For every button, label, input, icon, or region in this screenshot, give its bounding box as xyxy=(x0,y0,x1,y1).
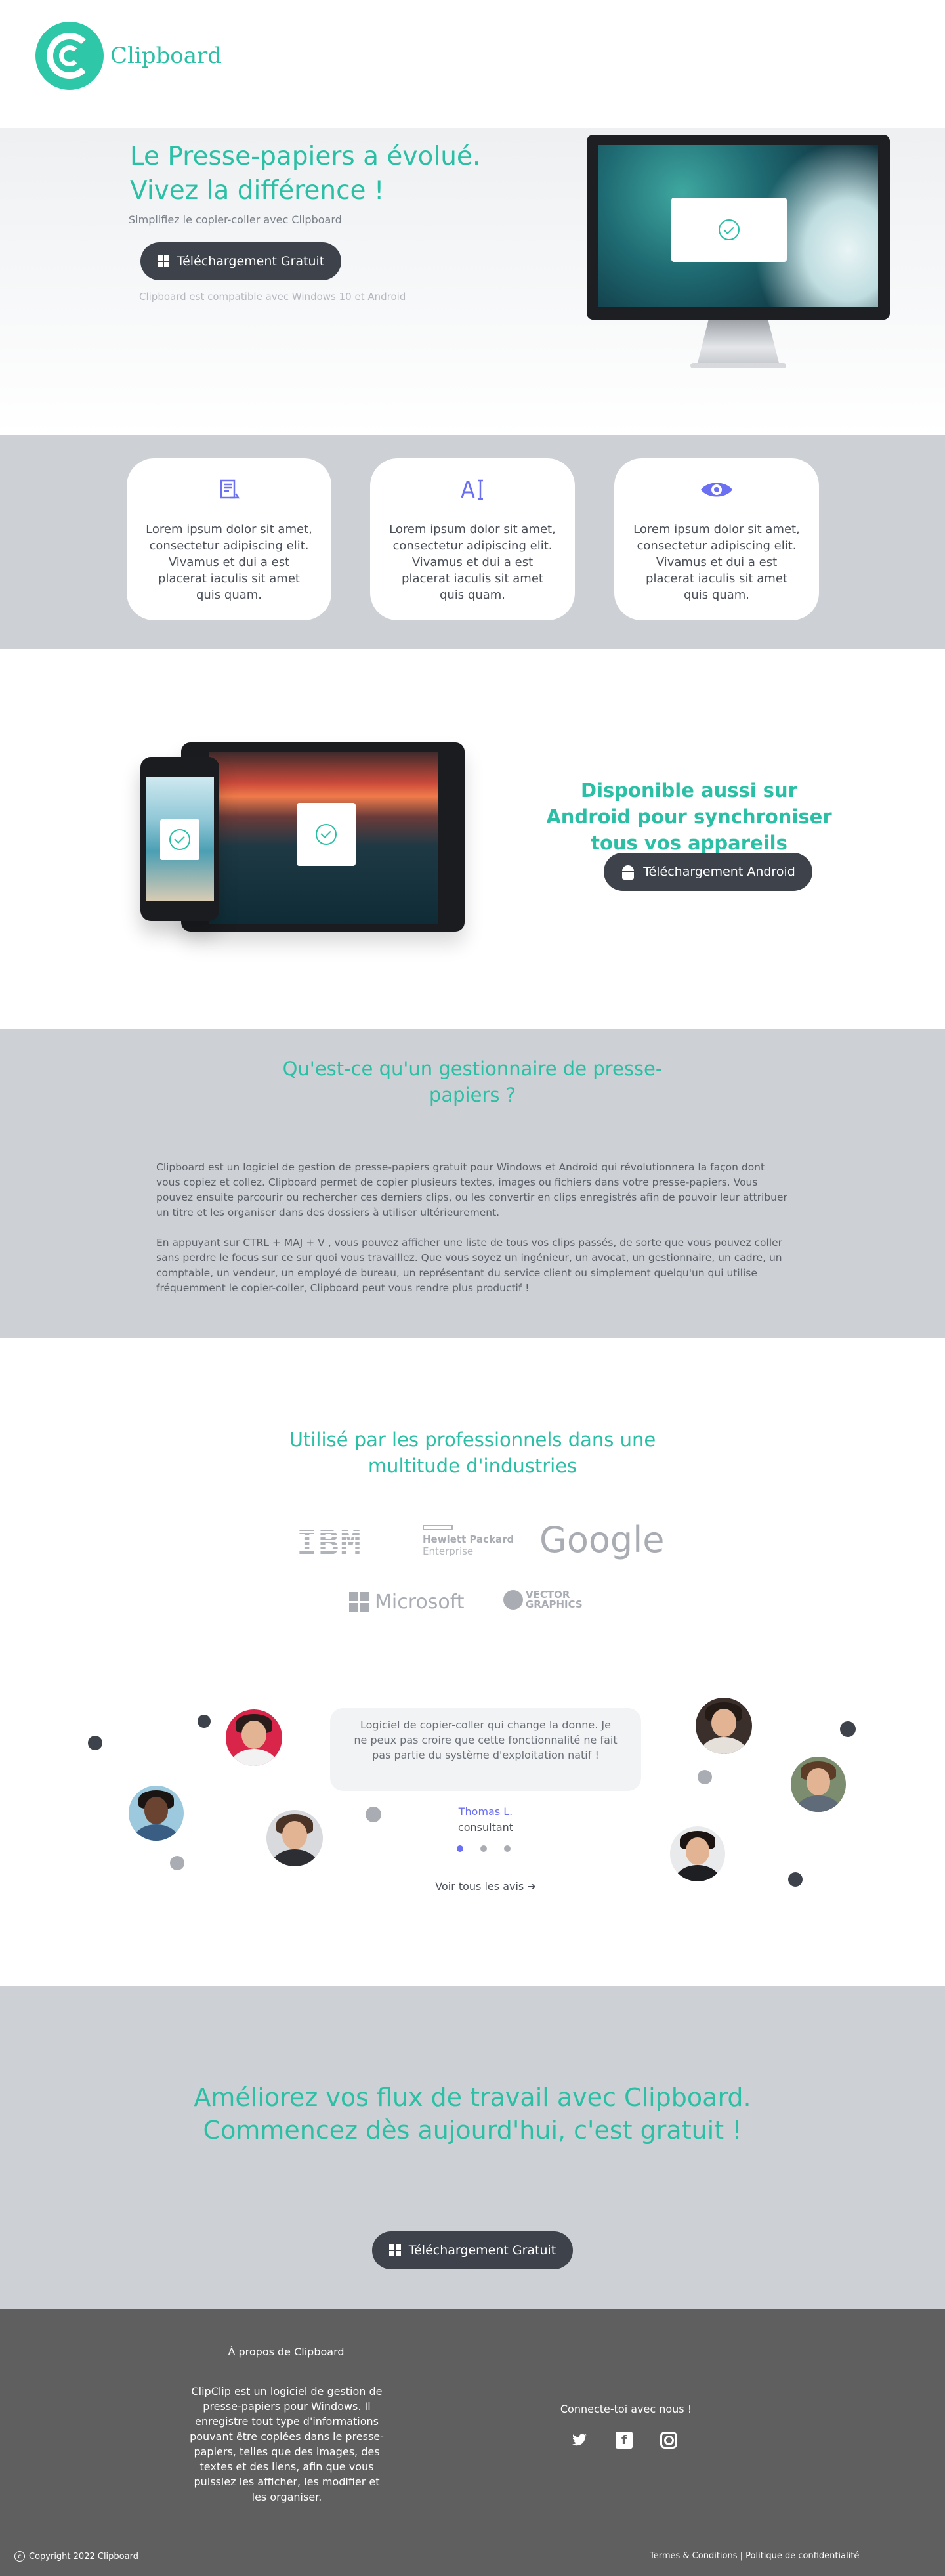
hero-download-label: Téléchargement Gratuit xyxy=(177,254,325,268)
testimonial-quote: Logiciel de copier-coller qui change la … xyxy=(330,1708,641,1791)
avatar xyxy=(266,1810,323,1866)
android-download-label: Téléchargement Android xyxy=(643,865,795,879)
hero-title: Le Presse-papiers a évolué. Vivez la dif… xyxy=(130,142,481,205)
cta-download-label: Téléchargement Gratuit xyxy=(408,2243,556,2258)
footer-about-title: À propos de Clipboard xyxy=(228,2346,345,2358)
testimonial-pagination xyxy=(457,1845,511,1852)
ibm-logo: IBM xyxy=(297,1524,362,1563)
logo-text: Clipboard xyxy=(110,43,222,69)
copied-card xyxy=(671,198,787,262)
decorative-dot xyxy=(198,1715,211,1728)
clients-title: Utilisé par les professionnels dans une … xyxy=(289,1428,656,1477)
android-title: Disponible aussi sur Android pour synchr… xyxy=(546,779,832,854)
copied-card xyxy=(297,803,356,866)
feature-card: Lorem ipsum dolor sit amet, consectetur … xyxy=(127,458,331,620)
cta-download-button[interactable]: Téléchargement Gratuit xyxy=(372,2231,573,2269)
hp-logo-line2: Enterprise xyxy=(423,1545,474,1557)
text-cursor-icon xyxy=(370,477,575,503)
footer-connect-label: Connecte-toi avec nous ! xyxy=(560,2403,692,2415)
tablet-image xyxy=(181,742,465,932)
hero-download-button[interactable]: Téléchargement Gratuit xyxy=(140,242,341,280)
feature-text: Lorem ipsum dolor sit amet, consectetur … xyxy=(389,523,556,602)
decorative-dot xyxy=(170,1856,184,1870)
hero-compatibility-note: Clipboard est compatible avec Windows 10… xyxy=(139,291,406,303)
about-paragraph: En appuyant sur CTRL + MAJ + V , vous po… xyxy=(156,1237,783,1294)
check-icon xyxy=(169,829,190,850)
microsoft-icon xyxy=(349,1592,369,1612)
site-header: Clipboard xyxy=(0,0,945,128)
desktop-monitor-image xyxy=(587,135,890,376)
clipboard-logo-icon xyxy=(35,22,104,90)
avatar xyxy=(226,1709,282,1766)
hero-subtitle: Simplifiez le copier-coller avec Clipboa… xyxy=(129,213,342,226)
hp-logo-line1: Hewlett Packard xyxy=(423,1534,514,1545)
copyright-text: Copyright 2022 Clipboard xyxy=(29,2551,138,2562)
clients-section: Utilisé par les professionnels dans une … xyxy=(0,1338,945,1986)
google-logo: Google xyxy=(539,1519,665,1560)
about-paragraph: Clipboard est un logiciel de gestion de … xyxy=(156,1161,788,1218)
vector-logo-line2: GRAPHICS xyxy=(526,1599,583,1610)
hp-enterprise-logo: Hewlett Packard Enterprise xyxy=(423,1525,521,1557)
android-section: Disponible aussi sur Android pour synchr… xyxy=(0,649,945,1029)
eye-icon xyxy=(614,477,819,503)
about-text: Clipboard est un logiciel de gestion de … xyxy=(156,1160,790,1296)
footer-about-text: ClipClip est un logiciel de gestion de p… xyxy=(190,2385,384,2503)
avatar xyxy=(791,1757,846,1812)
clipboard-logo[interactable]: Clipboard xyxy=(35,22,222,90)
decorative-dot xyxy=(88,1736,102,1750)
testimonial-author-role: consultant xyxy=(457,1821,514,1834)
twitter-icon[interactable] xyxy=(571,2432,588,2449)
feature-text: Lorem ipsum dolor sit amet, consectetur … xyxy=(146,523,312,602)
features-section: Lorem ipsum dolor sit amet, consectetur … xyxy=(0,435,945,649)
windows-icon xyxy=(157,255,169,267)
testimonial-author-name: Thomas L. xyxy=(458,1805,513,1818)
copyright: c Copyright 2022 Clipboard xyxy=(14,2551,138,2562)
avatar xyxy=(670,1826,725,1881)
android-icon xyxy=(621,864,635,880)
cta-title: Améliorez vos flux de travail avec Clipb… xyxy=(194,2083,751,2145)
social-links: f xyxy=(571,2432,677,2449)
microsoft-logo-text: Microsoft xyxy=(375,1591,465,1614)
windows-icon xyxy=(388,2244,401,2256)
feature-card: Lorem ipsum dolor sit amet, consectetur … xyxy=(370,458,575,620)
avatar xyxy=(129,1786,184,1841)
site-footer: À propos de Clipboard ClipClip est un lo… xyxy=(0,2309,945,2576)
hero-section: Le Presse-papiers a évolué. Vivez la dif… xyxy=(0,128,945,435)
document-icon xyxy=(127,477,331,503)
microsoft-logo: Microsoft xyxy=(349,1591,465,1614)
pagination-dot-active[interactable] xyxy=(457,1845,463,1852)
pagination-dot[interactable] xyxy=(504,1845,511,1852)
facebook-icon[interactable]: f xyxy=(616,2432,633,2449)
instagram-icon[interactable] xyxy=(660,2432,677,2449)
avatar xyxy=(696,1698,752,1754)
decorative-dot xyxy=(698,1770,712,1784)
copyright-icon: c xyxy=(14,2551,25,2562)
about-title: Qu'est-ce qu'un gestionnaire de presse-p… xyxy=(282,1058,663,1106)
check-icon xyxy=(719,219,740,240)
check-icon xyxy=(316,824,337,845)
all-reviews-link[interactable]: Voir tous les avis ➔ xyxy=(354,1880,617,1893)
decorative-dot xyxy=(840,1721,856,1737)
cta-section: Améliorez vos flux de travail avec Clipb… xyxy=(0,1986,945,2309)
feature-text: Lorem ipsum dolor sit amet, consectetur … xyxy=(633,523,800,602)
vector-graphics-logo: VECTOR GRAPHICS xyxy=(503,1590,583,1610)
decorative-dot xyxy=(788,1872,803,1887)
phone-image xyxy=(140,757,219,921)
legal-links[interactable]: Termes & Conditions | Politique de confi… xyxy=(650,2551,859,2561)
android-download-button[interactable]: Téléchargement Android xyxy=(604,853,812,891)
about-section: Qu'est-ce qu'un gestionnaire de presse-p… xyxy=(0,1029,945,1338)
copied-card xyxy=(160,819,200,860)
feature-card: Lorem ipsum dolor sit amet, consectetur … xyxy=(614,458,819,620)
pagination-dot[interactable] xyxy=(480,1845,487,1852)
